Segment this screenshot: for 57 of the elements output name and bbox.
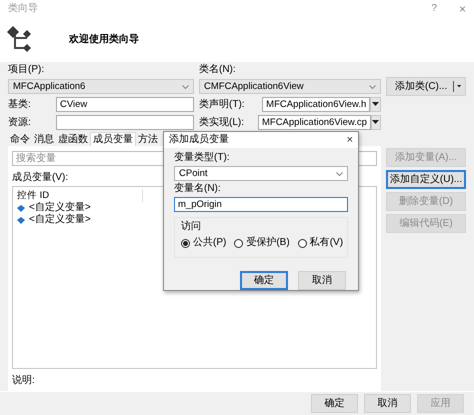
help-button[interactable]: ? — [431, 2, 437, 14]
class-name-label: 类名(N): — [199, 64, 237, 76]
tab[interactable]: 成员变量 — [90, 132, 136, 146]
class-name-value: CMFCApplication6View — [204, 80, 304, 92]
cancel-button[interactable]: 取消 — [298, 271, 346, 290]
radio-button[interactable] — [298, 238, 307, 248]
caret-icon — [372, 120, 380, 125]
column-header: 控件 ID — [17, 190, 50, 202]
dialog-title: 添加成员变量 — [169, 134, 229, 146]
radio-label[interactable]: 受保护(B) — [246, 237, 290, 249]
access-label: 访问 — [181, 221, 201, 232]
radio-button[interactable] — [181, 238, 190, 248]
description-label: 说明: — [12, 375, 35, 387]
member-variables-label: 成员变量(V): — [12, 172, 68, 184]
radio-label[interactable]: 私有(V) — [310, 237, 344, 249]
variable-type-value: CPoint — [179, 168, 208, 180]
class-name-dropdown[interactable]: CMFCApplication6View — [199, 79, 381, 94]
caret-icon — [372, 102, 380, 107]
project-value: MFCApplication6 — [13, 80, 86, 92]
window-title: 类向导 — [8, 2, 38, 14]
variable-name[interactable]: <自定义变量> — [29, 202, 91, 214]
tab[interactable]: 命令 — [8, 133, 32, 146]
resource-field[interactable] — [56, 115, 194, 130]
dropdown-button[interactable] — [370, 115, 381, 130]
class-declaration-field[interactable]: MFCApplication6View.h — [262, 97, 370, 112]
base-class-field[interactable]: CView — [56, 97, 194, 112]
radio-button[interactable] — [234, 238, 244, 248]
side-button[interactable]: 添加自定义(U)... — [386, 170, 466, 189]
class-declaration-label: 类声明(T): — [199, 98, 246, 110]
project-dropdown[interactable]: MFCApplication6 — [8, 79, 194, 94]
close-button[interactable]: × — [346, 134, 353, 146]
variable-name[interactable]: <自定义变量> — [29, 214, 91, 226]
chevron-icon — [369, 84, 376, 88]
variable-name-field[interactable]: m_pOrigin — [174, 197, 348, 212]
variable-type-label: 变量类型(T): — [174, 152, 231, 164]
cancel-button[interactable]: 取消 — [364, 394, 411, 413]
chevron-icon — [182, 84, 189, 88]
resource-label: 资源: — [8, 116, 32, 128]
ok-button[interactable]: 确定 — [240, 271, 288, 290]
tab[interactable]: 消息 — [32, 133, 56, 146]
chevron-icon — [336, 172, 343, 176]
add-class-button[interactable]: 添加类(C)... — [386, 77, 466, 96]
caret-icon — [456, 84, 461, 89]
project-label: 项目(P): — [8, 64, 46, 76]
variable-name-label: 变量名(N): — [174, 183, 222, 195]
ok-button[interactable]: 确定 — [311, 394, 358, 413]
variable-type-dropdown[interactable]: CPoint — [174, 166, 348, 181]
class-implementation-label: 类实现(L): — [199, 116, 245, 128]
wizard-heading: 欢迎使用类向导 — [69, 34, 139, 46]
tab[interactable]: 方法 — [136, 133, 160, 146]
tab[interactable]: 虚函数 — [56, 133, 90, 146]
base-class-label: 基类: — [8, 98, 32, 110]
radio-label[interactable]: 公共(P) — [193, 237, 226, 249]
dropdown-button[interactable] — [370, 97, 381, 112]
close-button[interactable]: × — [458, 2, 466, 14]
class-implementation-field[interactable]: MFCApplication6View.cp — [258, 115, 371, 130]
add-class-label: 添加类(C)... — [395, 80, 448, 92]
